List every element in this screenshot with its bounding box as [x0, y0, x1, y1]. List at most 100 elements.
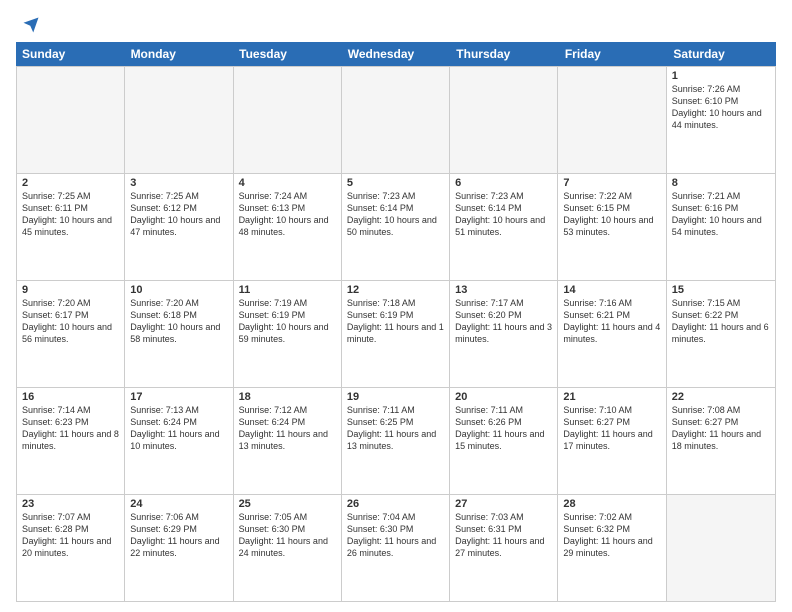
day-number: 26 — [347, 498, 444, 510]
calendar-cell: 1Sunrise: 7:26 AM Sunset: 6:10 PM Daylig… — [667, 67, 775, 173]
calendar-row-0: 1Sunrise: 7:26 AM Sunset: 6:10 PM Daylig… — [17, 66, 775, 173]
calendar-cell: 23Sunrise: 7:07 AM Sunset: 6:28 PM Dayli… — [17, 495, 125, 601]
day-number: 20 — [455, 391, 552, 403]
day-number: 10 — [130, 284, 227, 296]
calendar-cell: 22Sunrise: 7:08 AM Sunset: 6:27 PM Dayli… — [667, 388, 775, 494]
cell-info: Sunrise: 7:25 AM Sunset: 6:12 PM Dayligh… — [130, 190, 227, 239]
cell-info: Sunrise: 7:20 AM Sunset: 6:17 PM Dayligh… — [22, 297, 119, 346]
calendar-cell — [558, 67, 666, 173]
logo-bird-icon — [22, 16, 40, 34]
cell-info: Sunrise: 7:20 AM Sunset: 6:18 PM Dayligh… — [130, 297, 227, 346]
day-number: 2 — [22, 177, 119, 189]
day-number: 3 — [130, 177, 227, 189]
calendar-cell: 21Sunrise: 7:10 AM Sunset: 6:27 PM Dayli… — [558, 388, 666, 494]
calendar-cell: 11Sunrise: 7:19 AM Sunset: 6:19 PM Dayli… — [234, 281, 342, 387]
calendar-cell: 17Sunrise: 7:13 AM Sunset: 6:24 PM Dayli… — [125, 388, 233, 494]
calendar-cell: 2Sunrise: 7:25 AM Sunset: 6:11 PM Daylig… — [17, 174, 125, 280]
cell-info: Sunrise: 7:17 AM Sunset: 6:20 PM Dayligh… — [455, 297, 552, 346]
cell-info: Sunrise: 7:03 AM Sunset: 6:31 PM Dayligh… — [455, 511, 552, 560]
day-number: 4 — [239, 177, 336, 189]
day-number: 13 — [455, 284, 552, 296]
calendar-body: 1Sunrise: 7:26 AM Sunset: 6:10 PM Daylig… — [16, 66, 776, 602]
calendar-cell: 16Sunrise: 7:14 AM Sunset: 6:23 PM Dayli… — [17, 388, 125, 494]
calendar-cell: 28Sunrise: 7:02 AM Sunset: 6:32 PM Dayli… — [558, 495, 666, 601]
cell-info: Sunrise: 7:13 AM Sunset: 6:24 PM Dayligh… — [130, 404, 227, 453]
cell-info: Sunrise: 7:23 AM Sunset: 6:14 PM Dayligh… — [455, 190, 552, 239]
calendar-cell: 10Sunrise: 7:20 AM Sunset: 6:18 PM Dayli… — [125, 281, 233, 387]
calendar-cell: 25Sunrise: 7:05 AM Sunset: 6:30 PM Dayli… — [234, 495, 342, 601]
cell-info: Sunrise: 7:14 AM Sunset: 6:23 PM Dayligh… — [22, 404, 119, 453]
calendar-cell: 5Sunrise: 7:23 AM Sunset: 6:14 PM Daylig… — [342, 174, 450, 280]
calendar-cell — [342, 67, 450, 173]
header-cell-monday: Monday — [125, 42, 234, 66]
day-number: 5 — [347, 177, 444, 189]
header-cell-friday: Friday — [559, 42, 668, 66]
calendar-cell: 15Sunrise: 7:15 AM Sunset: 6:22 PM Dayli… — [667, 281, 775, 387]
cell-info: Sunrise: 7:12 AM Sunset: 6:24 PM Dayligh… — [239, 404, 336, 453]
cell-info: Sunrise: 7:15 AM Sunset: 6:22 PM Dayligh… — [672, 297, 770, 346]
calendar-cell — [450, 67, 558, 173]
calendar-cell: 8Sunrise: 7:21 AM Sunset: 6:16 PM Daylig… — [667, 174, 775, 280]
calendar-cell: 20Sunrise: 7:11 AM Sunset: 6:26 PM Dayli… — [450, 388, 558, 494]
calendar-row-1: 2Sunrise: 7:25 AM Sunset: 6:11 PM Daylig… — [17, 173, 775, 280]
calendar-cell: 6Sunrise: 7:23 AM Sunset: 6:14 PM Daylig… — [450, 174, 558, 280]
calendar-cell: 12Sunrise: 7:18 AM Sunset: 6:19 PM Dayli… — [342, 281, 450, 387]
day-number: 17 — [130, 391, 227, 403]
header — [16, 16, 776, 34]
day-number: 8 — [672, 177, 770, 189]
day-number: 7 — [563, 177, 660, 189]
day-number: 28 — [563, 498, 660, 510]
calendar-cell: 13Sunrise: 7:17 AM Sunset: 6:20 PM Dayli… — [450, 281, 558, 387]
cell-info: Sunrise: 7:16 AM Sunset: 6:21 PM Dayligh… — [563, 297, 660, 346]
cell-info: Sunrise: 7:19 AM Sunset: 6:19 PM Dayligh… — [239, 297, 336, 346]
header-cell-saturday: Saturday — [667, 42, 776, 66]
calendar-cell: 7Sunrise: 7:22 AM Sunset: 6:15 PM Daylig… — [558, 174, 666, 280]
calendar-cell — [667, 495, 775, 601]
logo-text — [16, 16, 40, 34]
cell-info: Sunrise: 7:21 AM Sunset: 6:16 PM Dayligh… — [672, 190, 770, 239]
cell-info: Sunrise: 7:02 AM Sunset: 6:32 PM Dayligh… — [563, 511, 660, 560]
day-number: 14 — [563, 284, 660, 296]
cell-info: Sunrise: 7:07 AM Sunset: 6:28 PM Dayligh… — [22, 511, 119, 560]
calendar-cell: 4Sunrise: 7:24 AM Sunset: 6:13 PM Daylig… — [234, 174, 342, 280]
calendar-cell: 14Sunrise: 7:16 AM Sunset: 6:21 PM Dayli… — [558, 281, 666, 387]
cell-info: Sunrise: 7:18 AM Sunset: 6:19 PM Dayligh… — [347, 297, 444, 346]
calendar: SundayMondayTuesdayWednesdayThursdayFrid… — [16, 42, 776, 602]
day-number: 6 — [455, 177, 552, 189]
cell-info: Sunrise: 7:04 AM Sunset: 6:30 PM Dayligh… — [347, 511, 444, 560]
calendar-cell: 9Sunrise: 7:20 AM Sunset: 6:17 PM Daylig… — [17, 281, 125, 387]
calendar-cell: 26Sunrise: 7:04 AM Sunset: 6:30 PM Dayli… — [342, 495, 450, 601]
cell-info: Sunrise: 7:26 AM Sunset: 6:10 PM Dayligh… — [672, 83, 770, 132]
calendar-header: SundayMondayTuesdayWednesdayThursdayFrid… — [16, 42, 776, 66]
header-cell-thursday: Thursday — [450, 42, 559, 66]
day-number: 19 — [347, 391, 444, 403]
header-cell-sunday: Sunday — [16, 42, 125, 66]
calendar-cell: 18Sunrise: 7:12 AM Sunset: 6:24 PM Dayli… — [234, 388, 342, 494]
day-number: 12 — [347, 284, 444, 296]
cell-info: Sunrise: 7:11 AM Sunset: 6:25 PM Dayligh… — [347, 404, 444, 453]
cell-info: Sunrise: 7:23 AM Sunset: 6:14 PM Dayligh… — [347, 190, 444, 239]
day-number: 22 — [672, 391, 770, 403]
calendar-cell: 24Sunrise: 7:06 AM Sunset: 6:29 PM Dayli… — [125, 495, 233, 601]
day-number: 15 — [672, 284, 770, 296]
header-cell-tuesday: Tuesday — [233, 42, 342, 66]
calendar-cell: 27Sunrise: 7:03 AM Sunset: 6:31 PM Dayli… — [450, 495, 558, 601]
calendar-cell: 19Sunrise: 7:11 AM Sunset: 6:25 PM Dayli… — [342, 388, 450, 494]
day-number: 24 — [130, 498, 227, 510]
day-number: 18 — [239, 391, 336, 403]
day-number: 1 — [672, 70, 770, 82]
cell-info: Sunrise: 7:06 AM Sunset: 6:29 PM Dayligh… — [130, 511, 227, 560]
cell-info: Sunrise: 7:25 AM Sunset: 6:11 PM Dayligh… — [22, 190, 119, 239]
header-cell-wednesday: Wednesday — [342, 42, 451, 66]
calendar-cell: 3Sunrise: 7:25 AM Sunset: 6:12 PM Daylig… — [125, 174, 233, 280]
calendar-cell — [234, 67, 342, 173]
day-number: 9 — [22, 284, 119, 296]
calendar-row-2: 9Sunrise: 7:20 AM Sunset: 6:17 PM Daylig… — [17, 280, 775, 387]
calendar-cell — [17, 67, 125, 173]
day-number: 27 — [455, 498, 552, 510]
logo — [16, 16, 40, 34]
calendar-cell — [125, 67, 233, 173]
day-number: 25 — [239, 498, 336, 510]
page: SundayMondayTuesdayWednesdayThursdayFrid… — [0, 0, 792, 612]
day-number: 21 — [563, 391, 660, 403]
